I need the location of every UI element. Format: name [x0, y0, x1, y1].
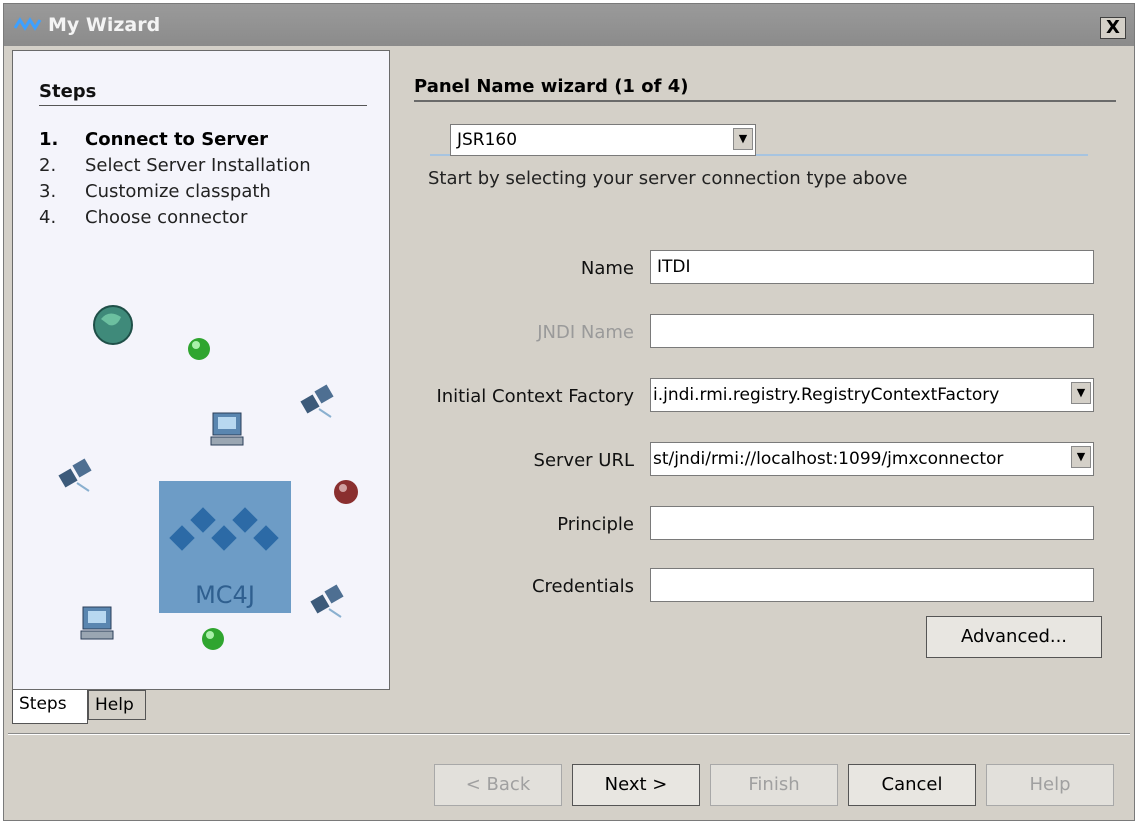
plug-icon — [58, 458, 92, 492]
step-number: 1. — [39, 129, 59, 150]
tab-steps[interactable]: Steps — [12, 690, 88, 724]
steps-heading: Steps — [39, 81, 97, 102]
mc4j-logo: MC4J — [159, 481, 291, 613]
chevron-down-icon[interactable]: ▼ — [733, 128, 753, 150]
connection-type-hint: Start by selecting your server connectio… — [428, 168, 908, 189]
chevron-down-icon[interactable]: ▼ — [1071, 446, 1091, 468]
name-label: Name — [580, 258, 634, 279]
status-light-icon — [334, 480, 358, 504]
initial-context-factory-select[interactable]: i.jndi.rmi.registry.RegistryContextFacto… — [650, 378, 1094, 412]
server-icon — [80, 606, 114, 640]
step-item: 2. Select Server Installation — [39, 155, 311, 176]
server-url-select[interactable]: st/jndi/rmi://localhost:1099/jmxconnecto… — [650, 442, 1094, 476]
step-label: Choose connector — [85, 207, 248, 228]
step-item: 1. Connect to Server — [39, 129, 268, 150]
footer-divider-highlight — [8, 734, 1130, 735]
help-button[interactable]: Help — [986, 764, 1114, 806]
jndi-name-label: JNDI Name — [537, 322, 634, 343]
steps-divider — [39, 105, 367, 106]
initial-context-factory-label: Initial Context Factory — [436, 386, 634, 407]
panel-title: Panel Name wizard (1 of 4) — [414, 76, 689, 97]
step-item: 3. Customize classpath — [39, 181, 271, 202]
jndi-name-field[interactable] — [650, 314, 1094, 348]
step-label: Customize classpath — [85, 181, 271, 202]
tab-help[interactable]: Help — [88, 690, 146, 720]
cancel-button[interactable]: Cancel — [848, 764, 976, 806]
plug-icon — [300, 384, 334, 418]
status-light-icon — [202, 628, 224, 650]
advanced-button[interactable]: Advanced... — [926, 616, 1102, 658]
back-button[interactable]: < Back — [434, 764, 562, 806]
logo-text: MC4J — [195, 581, 255, 609]
connection-type-select[interactable]: JSR160 ▼ — [450, 124, 756, 156]
server-url-value: st/jndi/rmi://localhost:1099/jmxconnecto… — [653, 449, 1004, 469]
principle-field[interactable] — [650, 506, 1094, 540]
next-button[interactable]: Next > — [572, 764, 700, 806]
step-item: 4. Choose connector — [39, 207, 247, 228]
step-label: Connect to Server — [85, 129, 269, 150]
step-number: 3. — [39, 181, 57, 202]
server-url-label: Server URL — [533, 450, 634, 471]
step-number: 4. — [39, 207, 57, 228]
initial-context-factory-value: i.jndi.rmi.registry.RegistryContextFacto… — [653, 385, 1000, 405]
server-icon — [210, 412, 244, 446]
globe-icon — [93, 305, 133, 345]
finish-button[interactable]: Finish — [710, 764, 838, 806]
principle-label: Principle — [557, 514, 634, 535]
step-label: Select Server Installation — [85, 155, 311, 176]
chevron-down-icon[interactable]: ▼ — [1071, 382, 1091, 404]
title-bar[interactable]: My Wizard X — [4, 4, 1134, 46]
credentials-field[interactable] — [650, 568, 1094, 602]
connection-type-value: JSR160 — [457, 130, 518, 150]
close-button[interactable]: X — [1100, 17, 1126, 39]
network-illustration: MC4J — [58, 305, 358, 650]
name-field[interactable]: ITDI — [650, 250, 1094, 284]
title-divider — [414, 100, 1116, 102]
wizard-window: My Wizard X Steps 1. Connect to Server 2.… — [3, 3, 1135, 821]
step-number: 2. — [39, 155, 57, 176]
credentials-label: Credentials — [531, 576, 634, 597]
app-icon — [14, 17, 42, 31]
window-title: My Wizard — [48, 14, 161, 36]
name-value: ITDI — [657, 257, 691, 277]
status-light-icon — [188, 338, 210, 360]
